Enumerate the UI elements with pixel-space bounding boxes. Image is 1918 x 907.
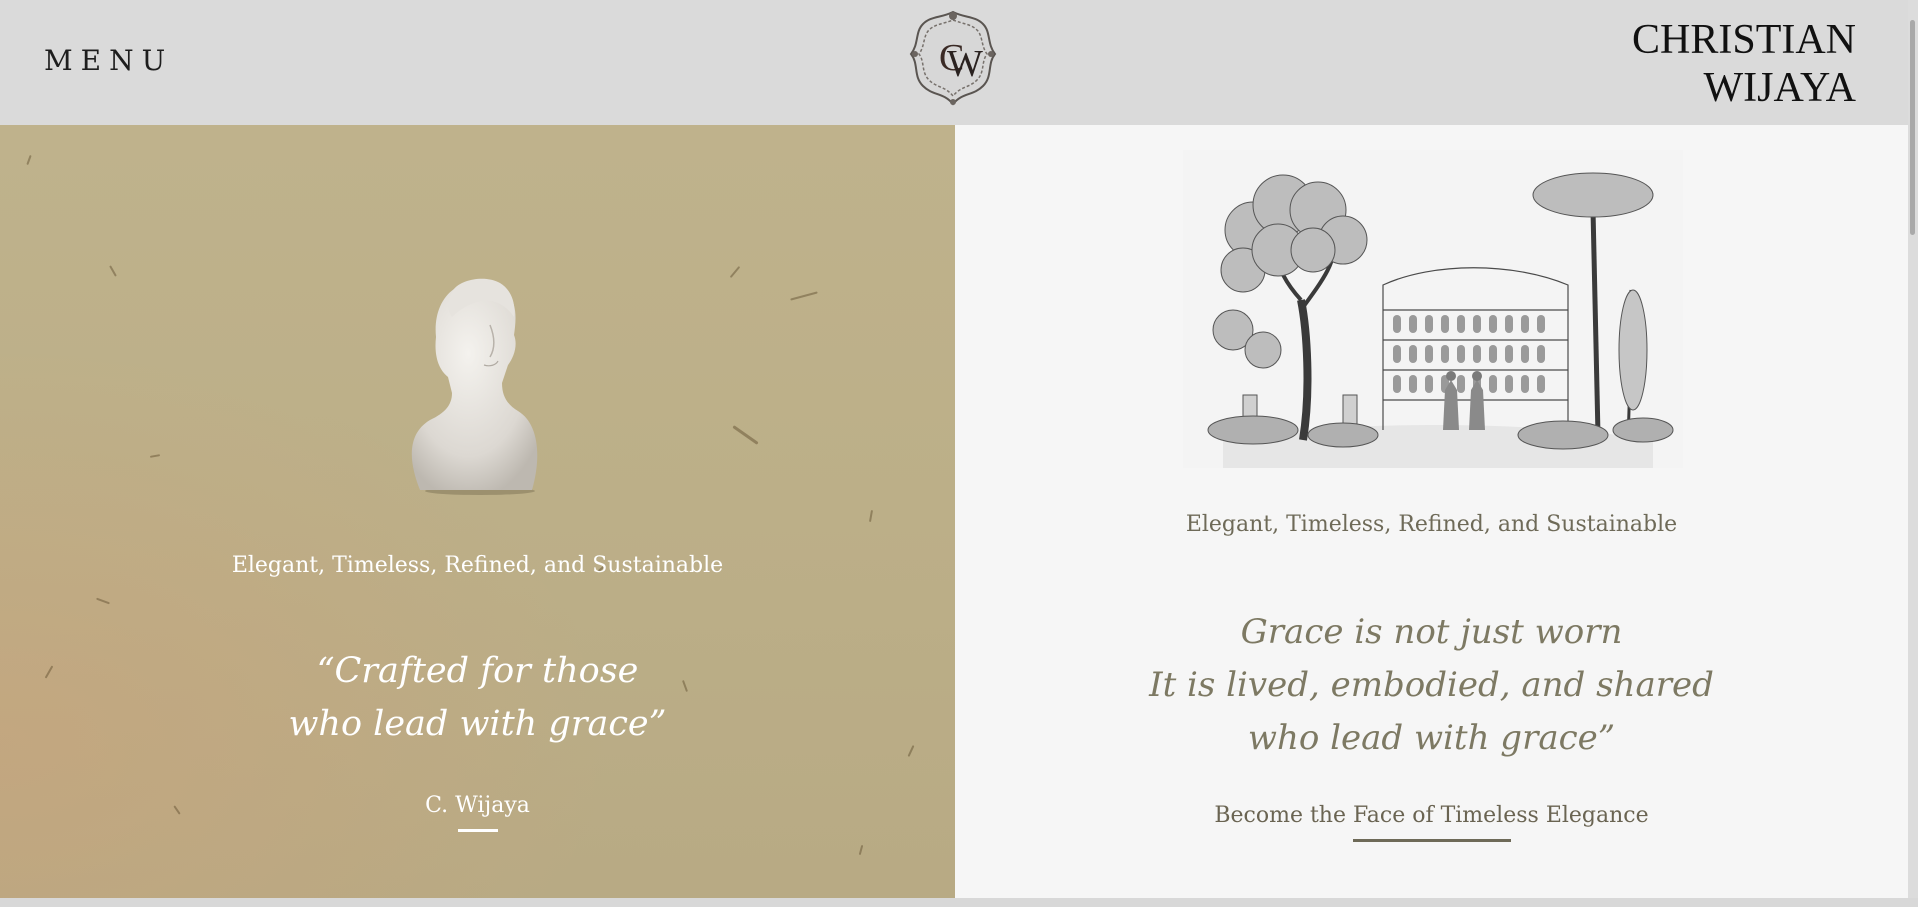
svg-text:W: W bbox=[947, 43, 983, 85]
right-quote-line-3: who lead with grace” bbox=[1247, 718, 1616, 758]
cta-underline bbox=[1353, 839, 1511, 842]
paper-fiber bbox=[149, 454, 161, 458]
menu-button[interactable]: MENU bbox=[44, 44, 173, 77]
left-quote-line-1: “Crafted for those bbox=[316, 651, 639, 691]
paper-fiber bbox=[732, 425, 759, 445]
cw-monogram-crest-icon[interactable]: C W bbox=[905, 8, 1001, 108]
paper-fiber bbox=[858, 844, 864, 856]
paper-fiber bbox=[109, 265, 117, 277]
right-quote: Grace is not just worn It is lived, embo… bbox=[955, 606, 1908, 765]
paper-fiber bbox=[96, 597, 110, 605]
right-quote-line-1: Grace is not just worn bbox=[1240, 612, 1623, 652]
paper-fiber bbox=[26, 154, 32, 166]
brand-line-2: WIJAYA bbox=[1703, 65, 1856, 111]
right-hero-panel: Elegant, Timeless, Refined, and Sustaina… bbox=[955, 125, 1908, 898]
paper-fiber bbox=[729, 265, 741, 279]
right-tagline: Elegant, Timeless, Refined, and Sustaina… bbox=[1185, 512, 1678, 537]
colosseum-sketch-image bbox=[1183, 150, 1683, 468]
left-quote: “Crafted for those who lead with grace” bbox=[0, 645, 955, 751]
become-face-cta-link[interactable]: Become the Face of Timeless Elegance bbox=[955, 803, 1908, 828]
paper-fiber bbox=[790, 291, 818, 301]
left-tagline: Elegant, Timeless, Refined, and Sustaina… bbox=[231, 553, 724, 578]
left-quote-line-2: who lead with grace” bbox=[288, 704, 667, 744]
left-hero-panel: Elegant, Timeless, Refined, and Sustaina… bbox=[0, 125, 955, 898]
site-header: MENU C W CHRISTIAN WIJAYA bbox=[0, 0, 1908, 125]
signature-link[interactable]: C. Wijaya bbox=[0, 793, 955, 818]
bottom-edge bbox=[0, 898, 1918, 907]
scrollbar-thumb[interactable] bbox=[1910, 20, 1915, 235]
page-scrollbar[interactable] bbox=[1908, 0, 1918, 898]
brand-line-1: CHRISTIAN bbox=[1631, 17, 1856, 63]
paper-fiber bbox=[868, 509, 874, 523]
marble-bust-image bbox=[411, 278, 538, 495]
brand-name[interactable]: CHRISTIAN WIJAYA bbox=[1632, 16, 1856, 112]
right-quote-line-2: It is lived, embodied, and shared bbox=[1149, 665, 1714, 705]
signature-underline bbox=[458, 829, 498, 832]
